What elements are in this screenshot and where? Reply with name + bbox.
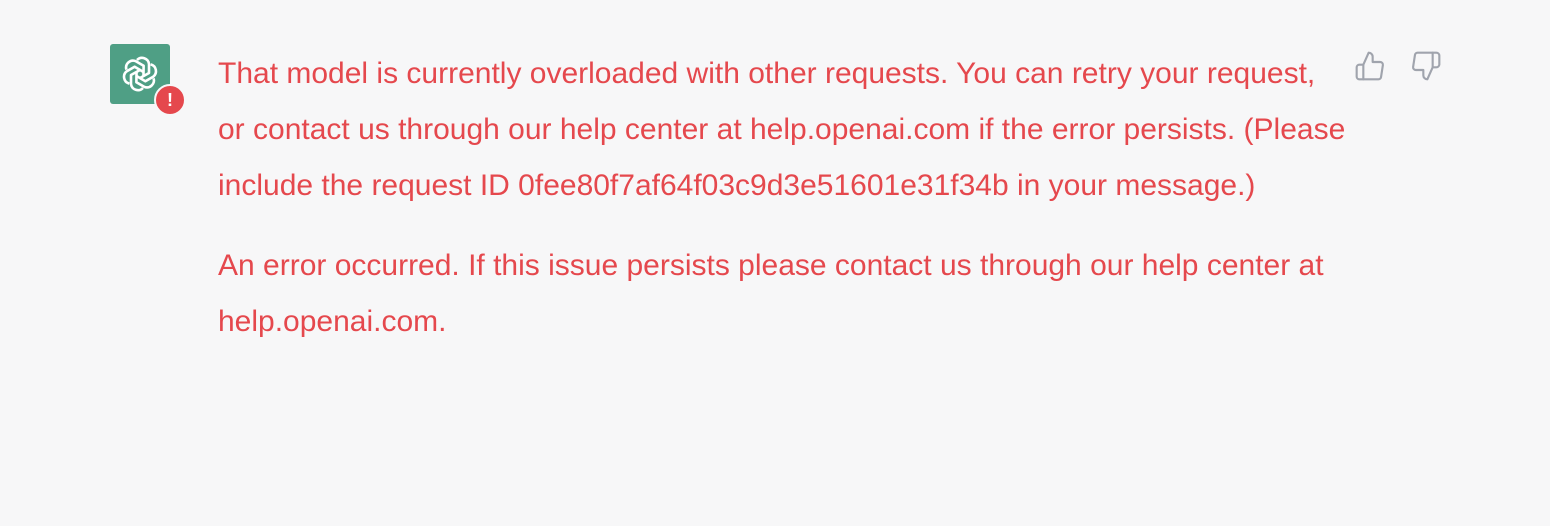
error-message: That model is currently overloaded with …: [218, 46, 1346, 350]
thumbs-down-button[interactable]: [1408, 50, 1444, 86]
thumbs-down-icon: [1410, 50, 1442, 87]
thumbs-up-icon: [1354, 50, 1386, 87]
error-icon: !: [154, 84, 186, 116]
thumbs-up-button[interactable]: [1352, 50, 1388, 86]
feedback-controls: [1352, 50, 1444, 86]
error-message-paragraph: An error occurred. If this issue persist…: [218, 249, 1324, 338]
error-message-paragraph: That model is currently overloaded with …: [218, 57, 1346, 202]
openai-logo-icon: [119, 53, 161, 95]
error-badge-mark: !: [167, 90, 173, 110]
assistant-message-row: ! That model is currently overloaded wit…: [0, 0, 1550, 526]
